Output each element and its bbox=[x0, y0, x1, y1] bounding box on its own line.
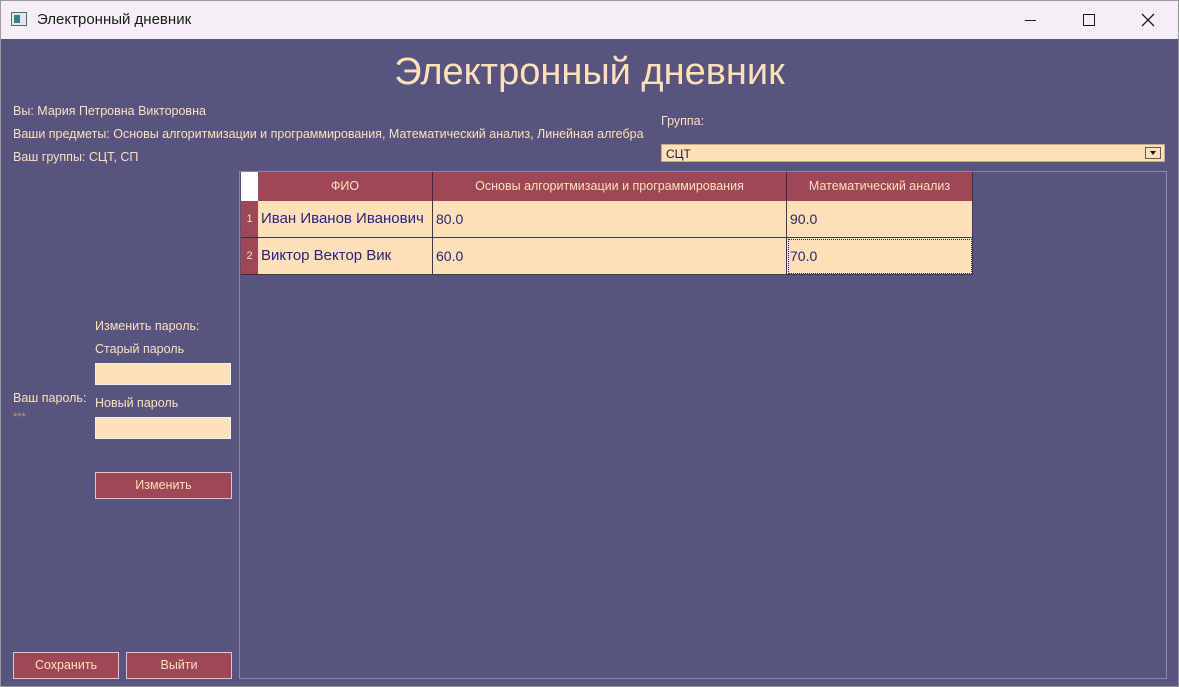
group-select-value: СЦТ bbox=[666, 147, 691, 161]
main-window: Электронный дневник Электронный дневник … bbox=[0, 0, 1179, 687]
minimize-icon bbox=[1025, 20, 1036, 21]
app-title: Электронный дневник bbox=[394, 51, 785, 93]
row-header[interactable]: 2 bbox=[241, 238, 258, 275]
table-cell-grade[interactable]: 90.0 bbox=[787, 201, 973, 238]
group-select[interactable]: СЦТ bbox=[661, 144, 1165, 162]
table-cell-name[interactable]: Виктор Вектор Вик bbox=[258, 238, 433, 275]
your-password-label: Ваш пароль: bbox=[13, 391, 87, 405]
column-header-name[interactable]: ФИО bbox=[258, 172, 433, 201]
chevron-down-icon[interactable] bbox=[1145, 147, 1161, 159]
table-corner bbox=[241, 172, 258, 201]
maximize-icon bbox=[1083, 14, 1095, 26]
change-password-button[interactable]: Изменить bbox=[95, 472, 232, 499]
column-header-algorithms[interactable]: Основы алгоритмизации и программирования bbox=[433, 172, 787, 201]
table-cell-name[interactable]: Иван Иванов Иванович bbox=[258, 201, 433, 238]
row-header[interactable]: 1 bbox=[241, 201, 258, 238]
window-title: Электронный дневник bbox=[37, 11, 192, 28]
close-icon bbox=[1141, 13, 1155, 27]
old-password-label: Старый пароль bbox=[95, 342, 185, 356]
your-password-value: *** bbox=[13, 411, 26, 423]
table-cell-grade[interactable]: 80.0 bbox=[433, 201, 787, 238]
table-cell-grade[interactable]: 60.0 bbox=[433, 238, 787, 275]
new-password-field[interactable] bbox=[95, 417, 231, 439]
change-password-heading: Изменить пароль: bbox=[95, 319, 200, 333]
column-header-math-analysis[interactable]: Математический анализ bbox=[787, 172, 973, 201]
table-cell-grade[interactable]: 70.0 bbox=[787, 238, 973, 275]
new-password-label: Новый пароль bbox=[95, 396, 179, 410]
user-subjects-line: Ваши предметы: Основы алгоритмизации и п… bbox=[13, 127, 644, 141]
minimize-button[interactable] bbox=[1001, 1, 1059, 39]
user-groups-line: Ваш группы: СЦТ, СП bbox=[13, 150, 139, 164]
user-name-line: Вы: Мария Петровна Викторовна bbox=[13, 104, 206, 118]
exit-button[interactable]: Выйти bbox=[126, 652, 232, 679]
title-bar: Электронный дневник bbox=[1, 1, 1178, 39]
old-password-field[interactable] bbox=[95, 363, 231, 385]
save-button[interactable]: Сохранить bbox=[13, 652, 119, 679]
maximize-button[interactable] bbox=[1060, 1, 1118, 39]
app-window-icon bbox=[11, 12, 27, 26]
close-button[interactable] bbox=[1119, 1, 1177, 39]
group-label: Группа: bbox=[661, 114, 705, 128]
